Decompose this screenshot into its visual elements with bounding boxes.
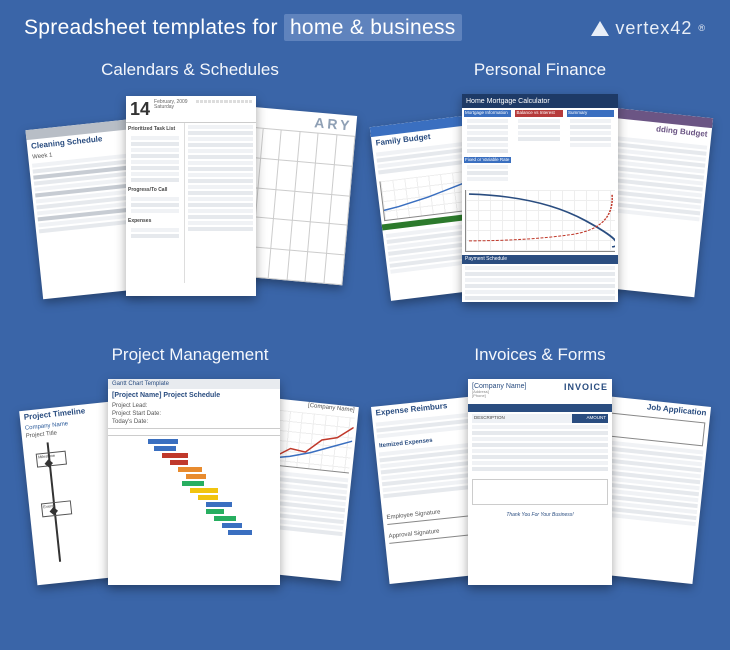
calendar-stack: Cleaning Schedule Week 1 ARY 14 <box>30 90 350 310</box>
template-grid: Calendars & Schedules Cleaning Schedule … <box>0 50 730 630</box>
invoice-sheet: [Company Name] [Address][Phone] INVOICE … <box>468 379 612 585</box>
headline-pre: Spreadsheet templates for <box>24 16 278 39</box>
gantt-bars <box>108 438 280 535</box>
header: Spreadsheet templates for home & busines… <box>0 0 730 50</box>
mortgage-curve-chart <box>465 190 615 252</box>
thank-you-text: Thank You For Your Business! <box>468 509 612 518</box>
project-start-label: Project Start Date: <box>108 410 280 418</box>
category-title: Project Management <box>112 345 269 365</box>
today-label: Today's Date: <box>108 418 280 426</box>
category-title: Invoices & Forms <box>474 345 605 365</box>
project-schedule-title: [Project Name] Project Schedule <box>108 389 280 402</box>
day-number: 14 <box>130 100 154 118</box>
daily-planner-sheet: 14 February, 2009 Saturday Prioritized T… <box>126 96 256 296</box>
headline-highlight: home & business <box>284 14 462 41</box>
expenses-label: Expenses <box>128 217 182 226</box>
logo-triangle-icon <box>591 21 609 36</box>
logo-text: vertex42 <box>615 18 692 39</box>
vertex42-logo: vertex42® <box>591 18 706 39</box>
invoice-word: INVOICE <box>564 383 608 398</box>
gantt-chart-sheet: Gantt Chart Template [Project Name] Proj… <box>108 379 280 585</box>
category-calendars: Calendars & Schedules Cleaning Schedule … <box>20 60 360 325</box>
payment-schedule-label: Payment Schedule <box>462 255 618 264</box>
task-list-label: Prioritized Task List <box>128 125 182 134</box>
day-name: Saturday <box>154 105 188 110</box>
finance-stack: Family Budget dding Budget Home Mortgage… <box>380 90 700 310</box>
category-invoices: Invoices & Forms Expense Reimburs Itemiz… <box>370 345 710 610</box>
mortgage-calculator-sheet: Home Mortgage Calculator Mortgage Inform… <box>462 94 618 302</box>
category-finance: Personal Finance Family Budget dding Bud… <box>370 60 710 325</box>
project-lead-label: Project Lead: <box>108 402 280 410</box>
progress-label: Progress/To Call <box>128 186 182 195</box>
category-title: Calendars & Schedules <box>101 60 279 80</box>
invoice-stack: Expense Reimburs Itemized Expenses Emplo… <box>380 375 700 595</box>
category-project: Project Management Project Timeline Comp… <box>20 345 360 610</box>
project-stack: Project Timeline Company Name Project Ti… <box>30 375 350 595</box>
sheet-title: Gantt Chart Template <box>108 379 280 389</box>
headline: Spreadsheet templates for home & busines… <box>24 16 462 40</box>
category-title: Personal Finance <box>474 60 606 80</box>
sheet-title: Home Mortgage Calculator <box>462 98 550 105</box>
